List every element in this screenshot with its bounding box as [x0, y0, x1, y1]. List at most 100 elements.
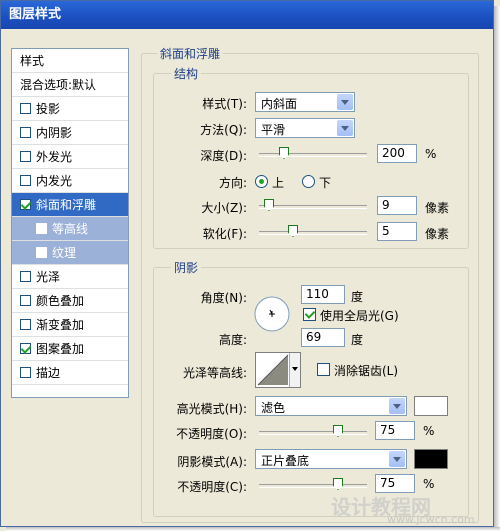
slider-track: [259, 484, 367, 488]
list-item-outer-glow[interactable]: 外发光: [12, 145, 128, 169]
chevron-down-icon[interactable]: [337, 120, 353, 136]
list-item-stroke[interactable]: 描边: [12, 361, 128, 385]
size-input[interactable]: 9: [377, 196, 417, 215]
list-item-label: 图案叠加: [36, 342, 85, 356]
list-item-label: 外发光: [36, 150, 73, 164]
slider-thumb[interactable]: [333, 425, 343, 437]
list-item-label: 描边: [36, 366, 61, 380]
list-item-label: 渐变叠加: [36, 318, 85, 332]
global-light-checkbox[interactable]: [303, 308, 316, 321]
list-item-color-overlay[interactable]: 颜色叠加: [12, 289, 128, 313]
shadow-mode-label: 阴影模式(A):: [177, 455, 247, 469]
contour-checkbox[interactable]: [36, 223, 47, 234]
gloss-contour-picker[interactable]: [255, 352, 301, 388]
stroke-checkbox[interactable]: [20, 367, 31, 378]
soften-slider[interactable]: [259, 225, 367, 239]
structure-title: 结构: [171, 65, 202, 82]
dialog-title: 图层样式: [1, 1, 493, 29]
soften-unit: 像素: [425, 227, 450, 241]
highlight-opacity-input[interactable]: 75: [375, 421, 415, 440]
list-item-label: 等高线: [52, 222, 89, 236]
depth-label: 深度(D):: [200, 149, 247, 163]
method-select[interactable]: 平滑: [255, 118, 355, 138]
bevel-group-title: 斜面和浮雕: [157, 45, 224, 62]
bevel-emboss-checkbox[interactable]: [20, 199, 31, 210]
chevron-down-icon[interactable]: [337, 94, 353, 110]
angle-dial-icon[interactable]: [253, 295, 291, 333]
list-item-inner-glow[interactable]: 内发光: [12, 169, 128, 193]
style-list: 样式 混合选项:默认 投影 内阴影 外发光 内发光 斜面和浮雕 等高线 纹理 光…: [11, 48, 129, 398]
slider-thumb[interactable]: [279, 147, 289, 159]
depth-input[interactable]: 200: [377, 144, 417, 163]
depth-slider[interactable]: [259, 147, 367, 161]
soften-input[interactable]: 5: [377, 222, 417, 241]
slider-track: [259, 153, 367, 157]
size-slider[interactable]: [259, 199, 367, 213]
pattern-overlay-checkbox[interactable]: [20, 343, 31, 354]
highlight-opacity-unit: %: [423, 424, 435, 438]
chevron-down-icon[interactable]: [389, 451, 405, 467]
direction-up-label: 上: [272, 176, 285, 190]
highlight-opacity-label: 不透明度(O):: [176, 427, 247, 441]
outer-glow-checkbox[interactable]: [20, 151, 31, 162]
highlight-mode-select[interactable]: 滤色: [255, 396, 407, 416]
size-label: 大小(Z):: [201, 201, 247, 215]
slider-thumb[interactable]: [264, 199, 274, 211]
list-item-label: 光泽: [36, 270, 61, 284]
list-item-label: 投影: [36, 102, 61, 116]
altitude-unit: 度: [351, 333, 364, 347]
highlight-color-swatch[interactable]: [414, 396, 448, 416]
list-item-label: 内发光: [36, 174, 73, 188]
texture-checkbox[interactable]: [36, 247, 47, 258]
color-overlay-checkbox[interactable]: [20, 295, 31, 306]
layer-style-dialog: 图层样式 样式 混合选项:默认 投影 内阴影 外发光 内发光 斜面和浮雕 等高线…: [0, 0, 494, 527]
style-label: 样式(T):: [202, 97, 247, 111]
highlight-opacity-slider[interactable]: [259, 425, 367, 439]
method-value: 平滑: [261, 123, 286, 137]
direction-label: 方向:: [218, 176, 247, 190]
list-item-label: 混合选项:默认: [20, 78, 97, 92]
satin-checkbox[interactable]: [20, 271, 31, 282]
depth-unit: %: [425, 147, 437, 161]
inner-shadow-checkbox[interactable]: [20, 127, 31, 138]
contour-preview-icon: [257, 354, 289, 386]
gloss-contour-label: 光泽等高线:: [182, 366, 247, 380]
list-item-drop-shadow[interactable]: 投影: [12, 97, 128, 121]
list-item-inner-shadow[interactable]: 内阴影: [12, 121, 128, 145]
gradient-overlay-checkbox[interactable]: [20, 319, 31, 330]
antialias-checkbox[interactable]: [317, 363, 330, 376]
altitude-input[interactable]: 69: [301, 328, 345, 347]
style-value: 内斜面: [261, 97, 298, 111]
direction-down-radio[interactable]: [302, 175, 315, 188]
list-item-bevel-emboss[interactable]: 斜面和浮雕: [12, 193, 128, 217]
direction-up-radio[interactable]: [255, 175, 268, 188]
list-item-label: 斜面和浮雕: [36, 198, 97, 212]
shadow-color-swatch[interactable]: [414, 449, 448, 469]
contour-dropdown-button[interactable]: [289, 353, 300, 387]
list-item-gradient-overlay[interactable]: 渐变叠加: [12, 313, 128, 337]
list-item-pattern-overlay[interactable]: 图案叠加: [12, 337, 128, 361]
slider-thumb[interactable]: [333, 478, 343, 490]
list-item-contour[interactable]: 等高线: [12, 217, 128, 241]
angle-input[interactable]: 110: [301, 285, 345, 304]
list-item-styles[interactable]: 样式: [12, 49, 128, 73]
altitude-label: 高度:: [218, 333, 247, 347]
style-select[interactable]: 内斜面: [255, 92, 355, 112]
drop-shadow-checkbox[interactable]: [20, 103, 31, 114]
inner-glow-checkbox[interactable]: [20, 175, 31, 186]
list-item-texture[interactable]: 纹理: [12, 241, 128, 265]
chevron-down-icon[interactable]: [389, 398, 405, 414]
shadow-mode-select[interactable]: 正片叠底: [255, 449, 407, 469]
slider-thumb[interactable]: [288, 225, 298, 237]
list-item-satin[interactable]: 光泽: [12, 265, 128, 289]
list-item-blending-options[interactable]: 混合选项:默认: [12, 73, 128, 97]
window-shadow-bottom: [6, 527, 500, 531]
antialias-label: 消除锯齿(L): [334, 364, 399, 378]
shadow-opacity-label: 不透明度(C):: [177, 480, 247, 494]
angle-label: 角度(N):: [200, 291, 247, 305]
window-shadow-right: [494, 6, 500, 531]
list-item-label: 样式: [20, 54, 45, 68]
soften-label: 软化(F):: [202, 227, 247, 241]
highlight-mode-value: 滤色: [261, 401, 286, 415]
global-light-label: 使用全局光(G): [320, 309, 399, 323]
